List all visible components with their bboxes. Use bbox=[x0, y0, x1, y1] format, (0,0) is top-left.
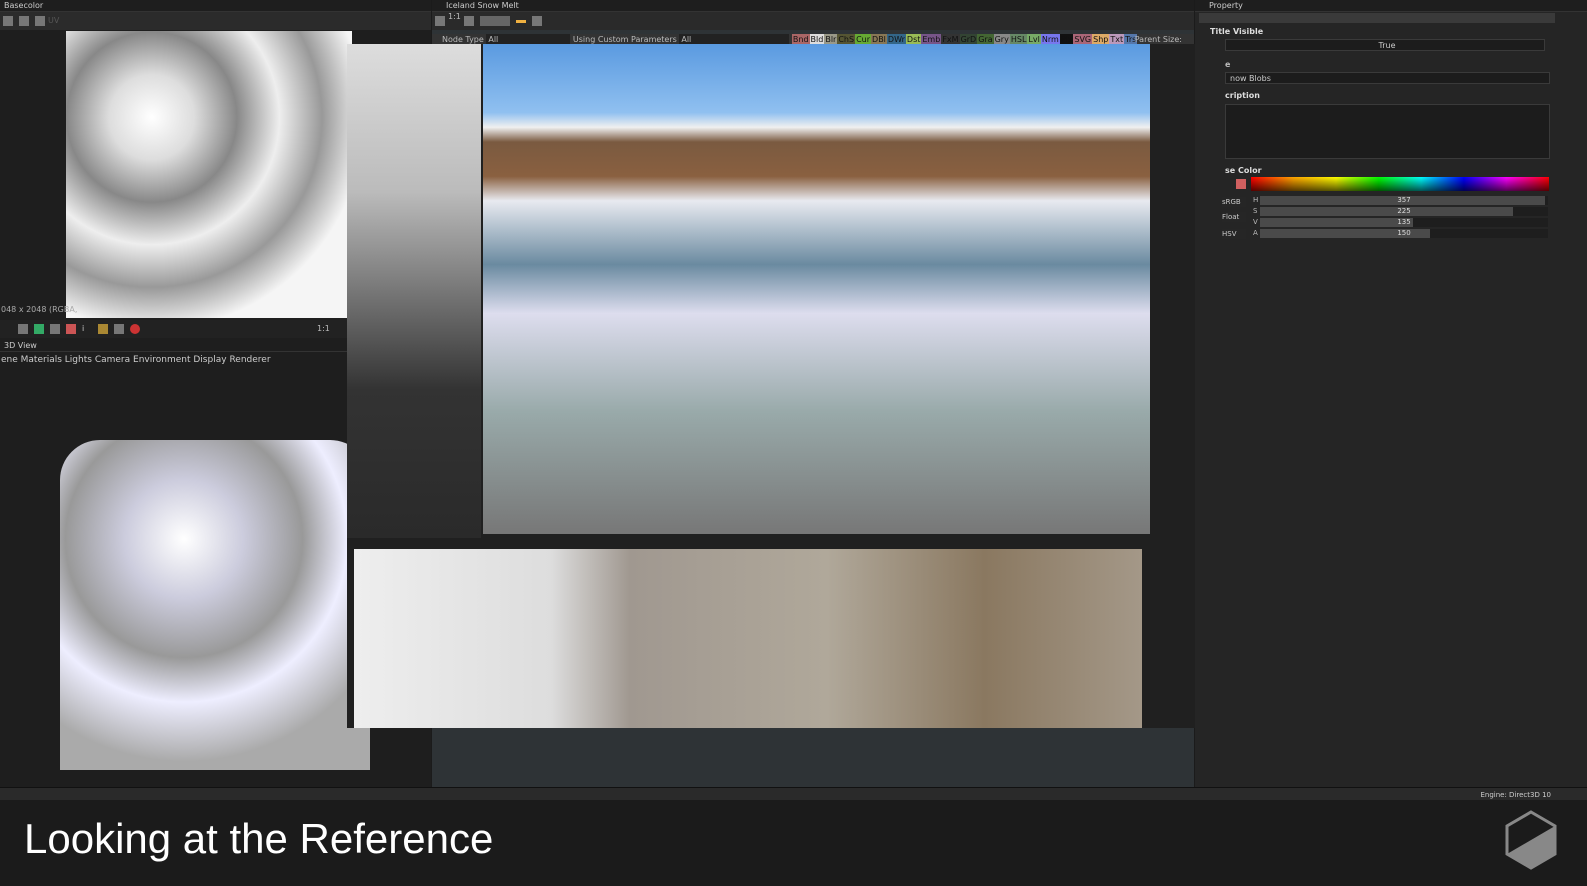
reference-photo-slush bbox=[347, 44, 481, 538]
slider-value: 150 bbox=[1397, 229, 1411, 237]
rgb-icon[interactable] bbox=[34, 324, 44, 334]
3d-view-title: 3D View bbox=[0, 340, 347, 352]
title-visible-field[interactable]: True bbox=[1225, 39, 1545, 51]
grid-icon[interactable] bbox=[50, 324, 60, 334]
viewer-toolbar: i 1:1 bbox=[0, 320, 347, 338]
histogram-icon[interactable] bbox=[98, 324, 108, 334]
menu-camera[interactable]: Camera bbox=[95, 355, 130, 365]
channel-icon[interactable] bbox=[35, 16, 45, 26]
tile-icon[interactable] bbox=[66, 324, 76, 334]
hue-spectrum[interactable] bbox=[1251, 177, 1549, 191]
description-heading: cription bbox=[1225, 91, 1260, 100]
reference-photo-ice bbox=[354, 549, 1142, 728]
engine-label: Engine: Direct3D 10 bbox=[1480, 791, 1551, 799]
settings-icon[interactable] bbox=[531, 16, 542, 26]
slider-a[interactable]: 150 bbox=[1260, 229, 1548, 238]
slider-label-s: S bbox=[1253, 207, 1258, 215]
basecolor-texture bbox=[66, 31, 352, 318]
uv-dropdown[interactable]: UV bbox=[48, 16, 59, 25]
3d-cylinder-preview[interactable] bbox=[60, 440, 370, 770]
zoom-label[interactable]: 1:1 bbox=[317, 324, 330, 333]
title-visible-label: Title Visible bbox=[1210, 27, 1264, 36]
slider-value: 357 bbox=[1397, 196, 1411, 204]
reference-photo-landscape bbox=[483, 44, 1150, 534]
graph-title: Iceland Snow Melt bbox=[432, 0, 1194, 12]
slider-v[interactable]: 135 bbox=[1260, 218, 1548, 227]
slider-label-a: A bbox=[1253, 229, 1258, 237]
snapshot-icon[interactable] bbox=[463, 16, 474, 26]
custom-params-label: Using Custom Parameters bbox=[572, 35, 677, 44]
srgb-button[interactable]: sRGB bbox=[1222, 197, 1246, 207]
color-icon[interactable] bbox=[130, 324, 140, 334]
color-swatch[interactable] bbox=[1236, 179, 1246, 189]
menu-display[interactable]: Display bbox=[193, 355, 226, 365]
image-info: 048 x 2048 (RGBA, bbox=[1, 305, 78, 314]
status-bar: Engine: Direct3D 10 bbox=[0, 787, 1587, 800]
slider-label-v: V bbox=[1253, 218, 1258, 226]
menu-renderer[interactable]: Renderer bbox=[229, 355, 270, 365]
hsv-button[interactable]: HSV bbox=[1222, 229, 1246, 239]
description-field[interactable] bbox=[1225, 104, 1550, 159]
graph-zoom[interactable]: 1:1 bbox=[448, 12, 461, 21]
link-icon[interactable] bbox=[479, 16, 510, 26]
label-heading: e bbox=[1225, 60, 1231, 69]
menu-lights[interactable]: Lights bbox=[65, 355, 92, 365]
slider-label-h: H bbox=[1253, 196, 1259, 204]
reference-overlay bbox=[347, 44, 1225, 728]
checker-icon[interactable] bbox=[18, 324, 28, 334]
3d-view-menu: ene Materials Lights Camera Environment … bbox=[1, 355, 271, 365]
menu-environment[interactable]: Environment bbox=[133, 355, 190, 365]
logo-hexagon-icon bbox=[1505, 810, 1557, 870]
property-title: Property bbox=[1195, 0, 1587, 12]
menu-scene[interactable]: ene bbox=[1, 355, 18, 365]
export-icon[interactable] bbox=[19, 16, 29, 26]
slider-value: 135 bbox=[1397, 218, 1411, 226]
caption-title: Looking at the Reference bbox=[24, 815, 494, 862]
slider-value: 225 bbox=[1397, 207, 1411, 215]
basecolor-title: Basecolor bbox=[0, 0, 431, 12]
node-type-label: Node Type bbox=[442, 35, 484, 44]
collapse-bar[interactable] bbox=[1199, 13, 1555, 23]
save-icon[interactable] bbox=[3, 16, 13, 26]
info-icon[interactable]: i bbox=[82, 324, 92, 334]
float-button[interactable]: Float bbox=[1222, 212, 1246, 222]
channels-icon[interactable] bbox=[114, 324, 124, 334]
graph-toolbar: 1:1 bbox=[432, 12, 1194, 30]
align-icon[interactable] bbox=[515, 20, 526, 23]
basecolor-toolbar: UV bbox=[0, 12, 431, 30]
label-field[interactable]: now Blobs bbox=[1225, 72, 1550, 84]
slider-s[interactable]: 225 bbox=[1260, 207, 1548, 216]
color-heading: se Color bbox=[1225, 166, 1262, 175]
slider-h[interactable]: 357 bbox=[1260, 196, 1548, 205]
node-filters: Bnd Bld Blr ChS Cur DBl DWr Dst Emb FxM GrD Gra Gry H… bbox=[791, 34, 1138, 45]
fit-icon[interactable] bbox=[435, 16, 445, 26]
menu-materials[interactable]: Materials bbox=[21, 355, 62, 365]
